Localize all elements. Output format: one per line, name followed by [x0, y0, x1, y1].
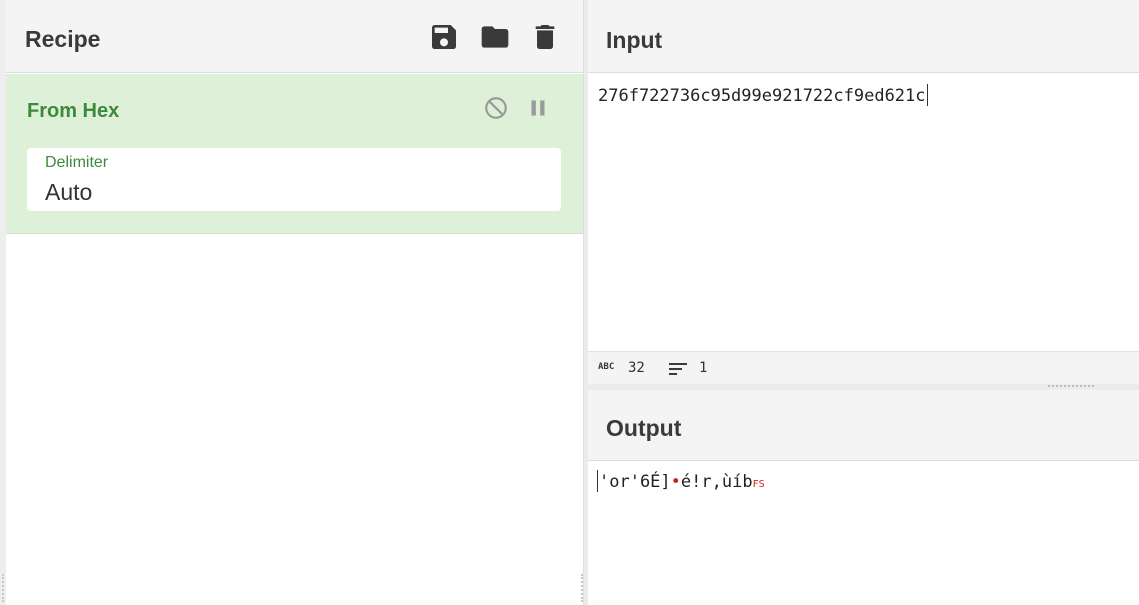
trash-icon[interactable] — [528, 20, 562, 54]
save-icon[interactable] — [427, 20, 461, 54]
operation-title: From Hex — [27, 100, 120, 122]
recipe-title: Recipe — [25, 26, 101, 52]
output-textarea[interactable]: 'or'6É]•é!r,ùíbFS — [597, 470, 765, 492]
recipe-panel: Recipe From Hex Delimiter Auto — [0, 0, 583, 605]
splitter-grip[interactable] — [1048, 385, 1094, 388]
input-textarea[interactable]: 276f722736c95d99e921722cf9ed621c — [598, 84, 928, 106]
input-status-bar: ABC 32 1 — [588, 351, 1139, 384]
delimiter-value[interactable]: Auto — [45, 179, 92, 206]
input-panel: Input 276f722736c95d99e921722cf9ed621c A… — [588, 0, 1139, 384]
delimiter-label: Delimiter — [45, 154, 109, 171]
special-char-dot: • — [670, 472, 681, 492]
lines-icon — [669, 363, 687, 375]
output-header: Output — [588, 390, 1139, 461]
text-caret — [926, 84, 928, 106]
input-header: Input — [588, 0, 1139, 73]
input-title: Input — [606, 27, 663, 53]
abc-icon: ABC — [598, 362, 615, 372]
input-length: 32 — [628, 360, 645, 376]
pause-icon[interactable] — [524, 94, 552, 122]
resize-grip[interactable] — [2, 574, 4, 602]
output-title: Output — [606, 415, 682, 441]
output-text-start: 'or'6É] — [599, 472, 671, 492]
operation-from-hex[interactable]: From Hex Delimiter Auto — [6, 74, 583, 234]
folder-icon[interactable] — [478, 20, 512, 54]
disable-icon[interactable] — [482, 94, 510, 122]
recipe-header: Recipe — [6, 0, 583, 73]
delimiter-field[interactable]: Delimiter Auto — [27, 148, 561, 211]
text-caret — [597, 470, 598, 492]
output-text-end: é!r,ùíb — [680, 472, 753, 492]
control-char-label: FS — [752, 479, 765, 490]
input-text: 276f722736c95d99e921722cf9ed621c — [598, 86, 926, 106]
input-line-count: 1 — [699, 360, 708, 376]
output-panel: Output 'or'6É]•é!r,ùíbFS — [588, 390, 1139, 605]
